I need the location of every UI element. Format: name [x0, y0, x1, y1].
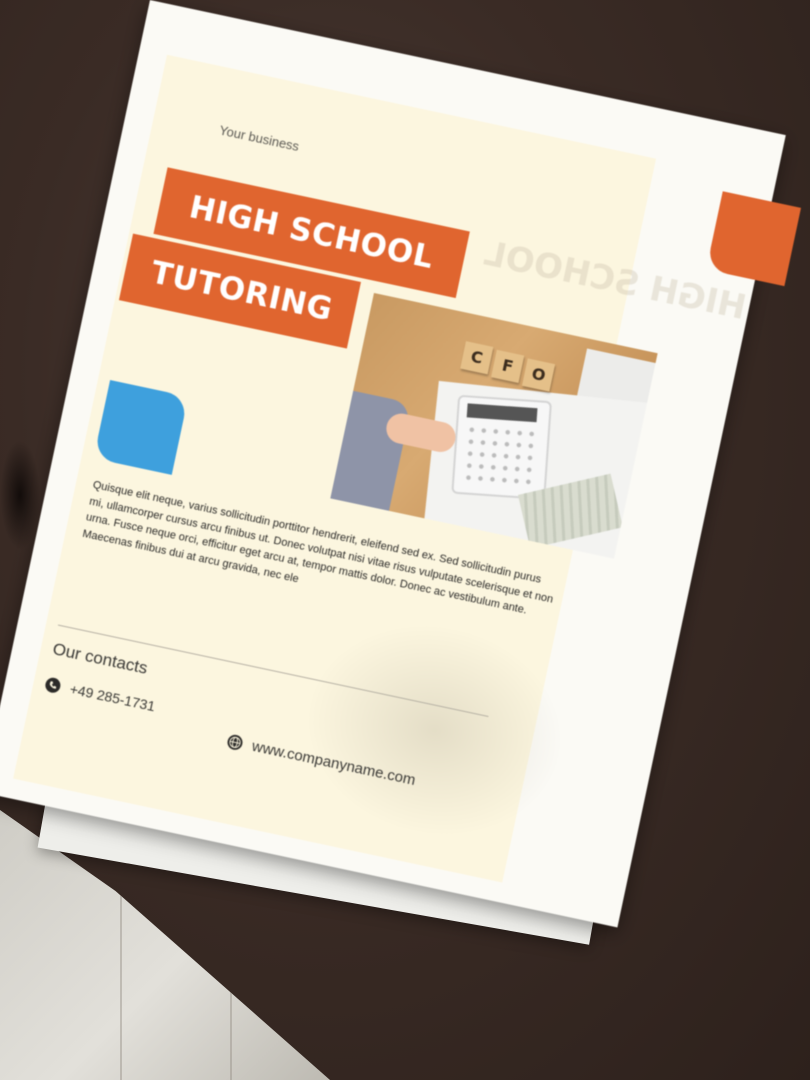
globe-icon	[226, 733, 244, 752]
phone-icon	[44, 675, 62, 694]
letter-cube: C	[460, 341, 494, 375]
calculator-keys	[462, 423, 539, 489]
letter-cube: F	[491, 349, 525, 383]
letter-cube: O	[521, 358, 556, 392]
calculator-screen	[466, 403, 538, 423]
flyer-paper: Your business HIGH SCHOOL HIGH SCHOOL TU…	[0, 0, 802, 928]
calculator	[451, 394, 553, 501]
dark-object	[0, 440, 40, 550]
orange-decor-square	[706, 191, 802, 287]
floor-seam	[120, 870, 122, 1080]
floor-seam	[230, 930, 232, 1080]
flyer-sheet: Your business HIGH SCHOOL HIGH SCHOOL TU…	[0, 0, 802, 928]
